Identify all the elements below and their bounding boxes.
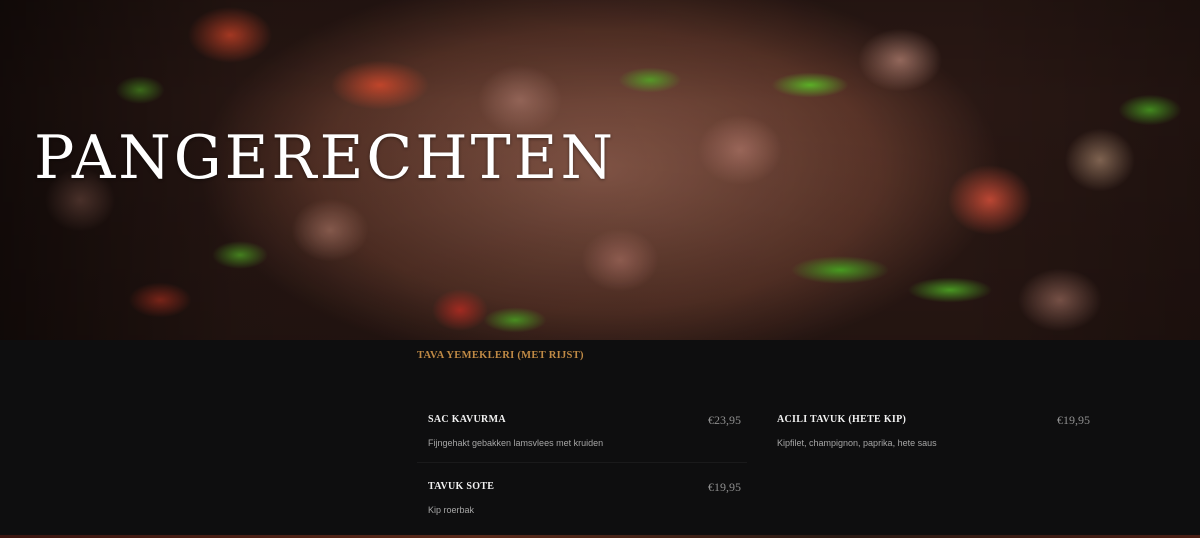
menu-item-description: Fijngehakt gebakken lamsvlees met kruide… xyxy=(428,438,604,448)
page-title: PANGERECHTEN xyxy=(34,123,616,193)
menu-item-price: €19,95 xyxy=(708,480,741,494)
menu-item-name: SAC KAVURMA xyxy=(428,414,506,425)
menu-item-description: Kipfilet, champignon, paprika, hete saus xyxy=(777,438,937,448)
menu-item-description: Kip roerbak xyxy=(428,505,475,515)
item-divider xyxy=(417,462,747,463)
menu-item-name: TAVUK SOTE xyxy=(428,481,495,492)
menu-item-name: ACILI TAVUK (HETE KIP) xyxy=(777,414,907,425)
menu-item-price: €19,95 xyxy=(1057,413,1090,427)
hero-banner: PANGERECHTEN xyxy=(0,0,1200,340)
category-title: TAVA YEMEKLERI (MET RIJST) xyxy=(417,350,584,361)
menu-section: TAVA YEMEKLERI (MET RIJST) SAC KAVURMA €… xyxy=(0,340,1200,538)
menu-item-price: €23,95 xyxy=(708,413,741,427)
